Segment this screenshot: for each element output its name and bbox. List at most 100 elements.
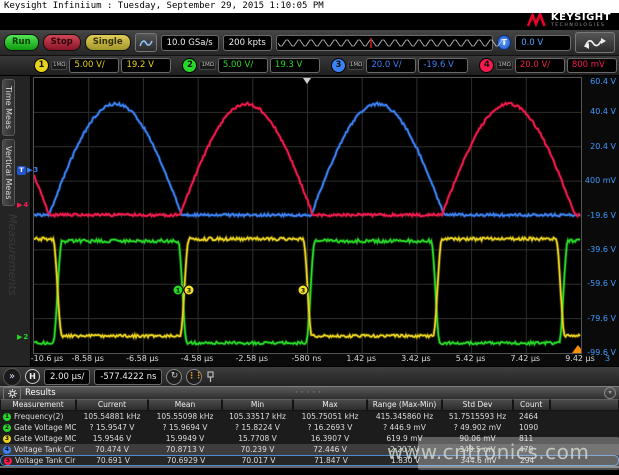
max-cell: 105.75051 kHz	[293, 412, 367, 421]
horizontal-zoom-button[interactable]: ↻	[166, 369, 182, 385]
column-header-current[interactable]: Current	[76, 399, 148, 411]
ground-marker-ch4: ▶4	[17, 202, 28, 209]
channel-3-offset-box[interactable]: -19.6 V	[418, 58, 468, 73]
current-cell: 105.54881 kHz	[76, 412, 148, 421]
current-cell: 70.691 V	[77, 456, 149, 465]
measurement-name-cell: 2Gate Voltage MC	[0, 423, 76, 432]
horizontal-badge[interactable]: H	[25, 369, 40, 384]
channel-1-scale-box[interactable]: 5.00 V/	[69, 58, 119, 73]
x-axis-label: -8.58 µs	[71, 354, 104, 363]
channel-3-group: 31MΩ20.0 V/-19.6 V	[331, 58, 468, 73]
channel-3-impedance: 1MΩ	[348, 61, 364, 71]
waveform-mode-button[interactable]	[575, 32, 615, 53]
pin-icon[interactable]	[206, 371, 215, 383]
mean-cell: 15.9949 V	[148, 434, 222, 443]
marker-channel-number: 4	[23, 202, 28, 209]
stop-button[interactable]: Stop	[43, 34, 81, 51]
x-axis-label: 1.42 µs	[346, 354, 376, 363]
x-axis-label: 3.42 µs	[401, 354, 431, 363]
channel-3-button[interactable]: 3	[331, 58, 346, 73]
column-header-count[interactable]: Count	[513, 399, 550, 411]
channel-2-scale-box[interactable]: 5.00 V/	[218, 58, 268, 73]
horizontal-position-box[interactable]: -577.4222 ns	[94, 369, 162, 385]
svg-text:3: 3	[301, 287, 306, 295]
tab-time-meas[interactable]: Time Meas	[2, 79, 15, 136]
current-cell: 15.9546 V	[76, 434, 148, 443]
channel-4-button[interactable]: 4	[479, 58, 494, 73]
x-axis-label: -2.58 µs	[236, 354, 269, 363]
acquisition-toolbar: Run Stop Single 10.0 GSa/s 200 kpts T 0.…	[0, 30, 619, 56]
results-row-2[interactable]: 2Gate Voltage MC? 15.9547 V? 15.9694 V? …	[0, 422, 619, 433]
measurement-name: Frequency(2)	[14, 412, 63, 421]
channel-4-scale-box[interactable]: 20.0 V/	[515, 58, 565, 73]
channel-4-offset-box[interactable]: 800 mV	[567, 58, 617, 73]
results-row-1[interactable]: 1Frequency(2)105.54881 kHz105.55098 kHz1…	[0, 411, 619, 422]
timebase-box[interactable]: 2.00 µs/	[44, 369, 90, 385]
column-header-max[interactable]: Max	[293, 399, 367, 411]
channel-1-offset-box[interactable]: 19.2 V	[121, 58, 171, 73]
touch-mode-button[interactable]	[135, 33, 157, 52]
trigger-level-icon: T	[17, 166, 26, 175]
sine-icon	[139, 37, 153, 49]
marker-arrow-icon: ▶	[27, 167, 32, 174]
measurements-watermark: Measurements	[6, 214, 19, 296]
column-header-range-max-min-[interactable]: Range (Max-Min)	[367, 399, 442, 411]
acquisition-dots-button[interactable]: ⋮⋮	[186, 369, 202, 385]
channel-2-impedance: 1MΩ	[199, 61, 215, 71]
brand-name: KEYSIGHT	[551, 13, 611, 23]
dots-icon: ⋮⋮	[187, 371, 201, 380]
svg-text:3: 3	[187, 287, 192, 295]
column-header-std-dev[interactable]: Std Dev	[442, 399, 513, 411]
x-axis-label: -4.58 µs	[181, 354, 214, 363]
window-title: Keysight Infiniium : Tuesday, September …	[0, 0, 619, 13]
mean-cell: 105.55098 kHz	[148, 412, 222, 421]
channel-3-scale-box[interactable]: 20.0 V/	[366, 58, 416, 73]
watermark-text: www.cntronics.com	[387, 440, 589, 464]
column-header-min[interactable]: Min	[222, 399, 293, 411]
run-button[interactable]: Run	[4, 34, 39, 51]
x-axis-label: 7.42 µs	[510, 354, 540, 363]
results-drag-grip[interactable]: ·····	[295, 388, 324, 398]
results-collapse-button[interactable]: ▾	[604, 387, 616, 399]
expand-sidebar-button[interactable]: »	[3, 368, 21, 386]
max-cell: 71.847 V	[294, 456, 368, 465]
y-axis-label: 20.4 V	[590, 142, 616, 151]
measurement-number-badge: 3	[3, 435, 11, 443]
column-header-mean[interactable]: Mean	[148, 399, 222, 411]
keysight-logo: KEYSIGHT TECHNOLOGIES	[527, 13, 611, 29]
measurement-name: Gate Voltage MC	[14, 423, 76, 432]
min-cell: 105.33517 kHz	[222, 412, 293, 421]
waveform-position-strip[interactable]	[276, 35, 493, 51]
tab-vertical-meas[interactable]: Vertical Meas	[2, 139, 15, 206]
oscilloscope-screen: Keysight Infiniium : Tuesday, September …	[0, 0, 619, 475]
gear-icon	[8, 389, 17, 398]
y-axis-label: -79.6 V	[587, 314, 616, 323]
channel-4-group: 41MΩ20.0 V/800 mV	[479, 58, 616, 73]
results-column-headers: MeasurementCurrentMeanMinMaxRange (Max-M…	[0, 399, 619, 411]
ground-marker-ch3: T▶3	[17, 166, 38, 175]
measurement-name-cell: 5Voltage Tank Cir	[1, 456, 77, 465]
y-axis-label: 40.4 V	[590, 107, 616, 116]
range-cell: ? 446.9 mV	[367, 423, 442, 432]
x-axis-label: 9.42 µs	[565, 354, 595, 363]
min-cell: 70.239 V	[222, 445, 293, 454]
count-cell: 2464	[513, 412, 550, 421]
channel-2-offset-box[interactable]: 19.3 V	[270, 58, 320, 73]
results-settings-button[interactable]	[3, 387, 21, 400]
results-header: Results ····· ▾	[0, 386, 619, 399]
column-header-measurement[interactable]: Measurement	[0, 399, 76, 411]
keysight-spark-icon	[527, 13, 547, 28]
channel-1-button[interactable]: 1	[34, 58, 49, 73]
memory-depth-box[interactable]: 200 kpts	[223, 35, 272, 51]
x-axis-labels: -10.6 µs-8.58 µs-6.58 µs-4.58 µs-2.58 µs…	[33, 354, 580, 365]
mean-cell: ? 15.9694 V	[148, 423, 222, 432]
trigger-level-box[interactable]: 0.0 V	[515, 35, 571, 51]
sample-rate-box[interactable]: 10.0 GSa/s	[161, 35, 219, 51]
single-button[interactable]: Single	[85, 34, 131, 51]
channel-2-button[interactable]: 2	[182, 58, 197, 73]
mean-cell: 70.8713 V	[148, 445, 222, 454]
channel-items: 11MΩ5.00 V/19.2 V21MΩ5.00 V/19.3 V31MΩ20…	[34, 58, 619, 73]
current-cell: 70.474 V	[76, 445, 148, 454]
waveform-grid[interactable]: 133	[33, 77, 582, 354]
measurement-number-badge: 2	[3, 424, 11, 432]
